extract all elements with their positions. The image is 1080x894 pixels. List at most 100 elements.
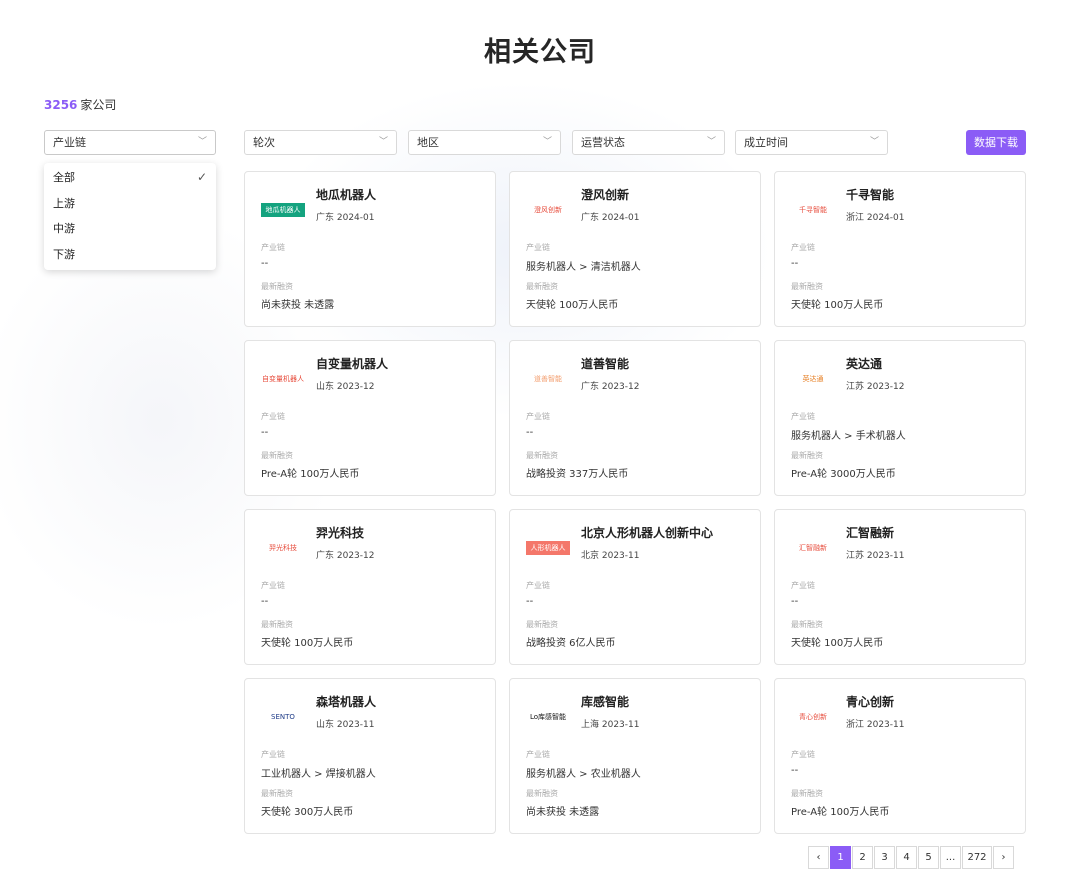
- download-data-button[interactable]: 数据下载: [966, 130, 1026, 155]
- company-logo: 人形机器人: [526, 541, 570, 555]
- financing-value: Pre-A轮 3000万人民币: [791, 469, 896, 480]
- chain-filter-select[interactable]: 产业链 ﹀: [44, 130, 216, 155]
- pagination-page-4[interactable]: 4: [896, 846, 917, 869]
- company-logo: Lo库感智能: [526, 710, 570, 724]
- company-logo: 自变量机器人: [261, 372, 305, 386]
- company-card[interactable]: 自变量机器人 自变量机器人 山东 2023-12 产业链 -- 最新融资 Pre-A轮 10…: [244, 340, 496, 496]
- check-icon: ✓: [196, 170, 207, 184]
- financing-label: 最新融资: [791, 451, 823, 460]
- company-card[interactable]: 人形机器人 北京人形机器人创新中心 北京 2023-11 产业链 -- 最新融资 战略投资 …: [509, 509, 761, 665]
- company-card[interactable]: 澄风创新 澄风创新 广东 2024-01 产业链 服务机器人 > 清洁机器人 最新融资 天使…: [509, 171, 761, 327]
- company-name[interactable]: 青心创新: [846, 693, 894, 710]
- company-name[interactable]: 澄风创新: [581, 186, 629, 203]
- pagination-page-last[interactable]: 272: [962, 846, 992, 869]
- company-card[interactable]: 千寻智能 千寻智能 浙江 2024-01 产业链 -- 最新融资 天使轮 100万人民币: [774, 171, 1026, 327]
- pagination-page-3[interactable]: 3: [874, 846, 895, 869]
- company-logo: 英达通: [791, 372, 835, 386]
- financing-label: 最新融资: [791, 789, 823, 798]
- chain-value: --: [791, 765, 799, 776]
- company-count-suffix: 家公司: [80, 98, 117, 112]
- dropdown-option-label: 中游: [53, 222, 75, 235]
- company-card[interactable]: SENTO 森塔机器人 山东 2023-11 产业链 工业机器人 > 焊接机器人 最新融资…: [244, 678, 496, 834]
- dropdown-option-all[interactable]: 全部 ✓: [44, 165, 216, 191]
- chevron-down-icon: ﹀: [197, 137, 207, 147]
- financing-value: 尚未获投 未透露: [526, 807, 600, 818]
- company-name[interactable]: 森塔机器人: [316, 693, 376, 710]
- company-card[interactable]: 道善智能 道善智能 广东 2023-12 产业链 -- 最新融资 战略投资 337万人民币: [509, 340, 761, 496]
- company-location-date: 广东 2024-01: [581, 213, 640, 223]
- company-logo: 汇智融新: [791, 541, 835, 555]
- company-name[interactable]: 库感智能: [581, 693, 629, 710]
- financing-value: 天使轮 100万人民币: [261, 638, 354, 649]
- company-card[interactable]: 羿光科技 羿光科技 广东 2023-12 产业链 -- 最新融资 天使轮 100万人民币: [244, 509, 496, 665]
- company-name[interactable]: 道善智能: [581, 355, 629, 372]
- financing-value: 天使轮 100万人民币: [791, 300, 884, 311]
- financing-value: 尚未获投 未透露: [261, 300, 335, 311]
- round-filter-select[interactable]: 轮次 ﹀: [244, 130, 397, 155]
- chain-label: 产业链: [261, 412, 285, 421]
- page-title: 相关公司: [484, 37, 596, 68]
- company-name[interactable]: 汇智融新: [846, 524, 894, 541]
- company-card[interactable]: Lo库感智能 库感智能 上海 2023-11 产业链 服务机器人 > 农业机器人 最新融资…: [509, 678, 761, 834]
- financing-value: Pre-A轮 100万人民币: [791, 807, 890, 818]
- company-card[interactable]: 地瓜机器人 地瓜机器人 广东 2024-01 产业链 -- 最新融资 尚未获投 未透露: [244, 171, 496, 327]
- financing-value: 战略投资 337万人民币: [526, 469, 629, 480]
- company-name[interactable]: 北京人形机器人创新中心: [581, 524, 713, 541]
- region-filter-select[interactable]: 地区 ﹀: [408, 130, 561, 155]
- chain-label: 产业链: [791, 243, 815, 252]
- pagination-page-5[interactable]: 5: [918, 846, 939, 869]
- founded-filter-label: 成立时间: [744, 136, 788, 149]
- chain-label: 产业链: [526, 243, 550, 252]
- chain-value: --: [261, 258, 269, 269]
- company-card[interactable]: 青心创新 青心创新 浙江 2023-11 产业链 -- 最新融资 Pre-A轮 100万人民…: [774, 678, 1026, 834]
- pagination-ellipsis[interactable]: ...: [940, 846, 961, 869]
- pagination-prev-button[interactable]: ‹: [808, 846, 829, 869]
- chain-dropdown-menu: 全部 ✓ 上游 中游 下游: [44, 163, 216, 270]
- chain-label: 产业链: [791, 412, 815, 421]
- company-logo: SENTO: [261, 710, 305, 724]
- company-logo: 青心创新: [791, 710, 835, 724]
- company-name[interactable]: 自变量机器人: [316, 355, 388, 372]
- company-card[interactable]: 汇智融新 汇智融新 江苏 2023-11 产业链 -- 最新融资 天使轮 100万人民币: [774, 509, 1026, 665]
- financing-value: 天使轮 300万人民币: [261, 807, 354, 818]
- company-card[interactable]: 英达通 英达通 江苏 2023-12 产业链 服务机器人 > 手术机器人 最新融资 Pre-…: [774, 340, 1026, 496]
- financing-value: 战略投资 6亿人民币: [526, 638, 616, 649]
- chain-value: --: [261, 596, 269, 607]
- pagination-next-button[interactable]: ›: [993, 846, 1014, 869]
- status-filter-label: 运营状态: [581, 136, 625, 149]
- pagination-page-1[interactable]: 1: [830, 846, 851, 869]
- company-logo: 地瓜机器人: [261, 203, 305, 217]
- chain-label: 产业链: [261, 243, 285, 252]
- financing-label: 最新融资: [526, 620, 558, 629]
- chain-filter-label: 产业链: [53, 136, 86, 149]
- company-name[interactable]: 千寻智能: [846, 186, 894, 203]
- company-card-grid: 地瓜机器人 地瓜机器人 广东 2024-01 产业链 -- 最新融资 尚未获投 未透露 澄风创…: [244, 171, 1026, 834]
- dropdown-option-downstream[interactable]: 下游: [44, 242, 216, 268]
- company-name[interactable]: 地瓜机器人: [316, 186, 376, 203]
- company-logo: 羿光科技: [261, 541, 305, 555]
- chain-label: 产业链: [791, 581, 815, 590]
- chevron-down-icon: ﹀: [706, 137, 716, 147]
- pagination-page-2[interactable]: 2: [852, 846, 873, 869]
- dropdown-option-upstream[interactable]: 上游: [44, 191, 216, 217]
- financing-value: 天使轮 100万人民币: [791, 638, 884, 649]
- chain-value: --: [526, 596, 534, 607]
- company-location-date: 山东 2023-11: [316, 720, 375, 730]
- financing-label: 最新融资: [261, 789, 293, 798]
- chevron-down-icon: ﹀: [869, 137, 879, 147]
- chain-value: --: [261, 427, 269, 438]
- financing-value: 天使轮 100万人民币: [526, 300, 619, 311]
- chain-label: 产业链: [526, 750, 550, 759]
- financing-value: Pre-A轮 100万人民币: [261, 469, 360, 480]
- company-location-date: 广东 2024-01: [316, 213, 375, 223]
- dropdown-option-midstream[interactable]: 中游: [44, 216, 216, 242]
- company-name[interactable]: 英达通: [846, 355, 882, 372]
- chain-label: 产业链: [526, 581, 550, 590]
- company-count: 3256 家公司: [44, 96, 116, 113]
- company-name[interactable]: 羿光科技: [316, 524, 364, 541]
- company-location-date: 浙江 2023-11: [846, 720, 905, 730]
- chain-label: 产业链: [261, 581, 285, 590]
- status-filter-select[interactable]: 运营状态 ﹀: [572, 130, 725, 155]
- chain-label: 产业链: [261, 750, 285, 759]
- founded-filter-select[interactable]: 成立时间 ﹀: [735, 130, 888, 155]
